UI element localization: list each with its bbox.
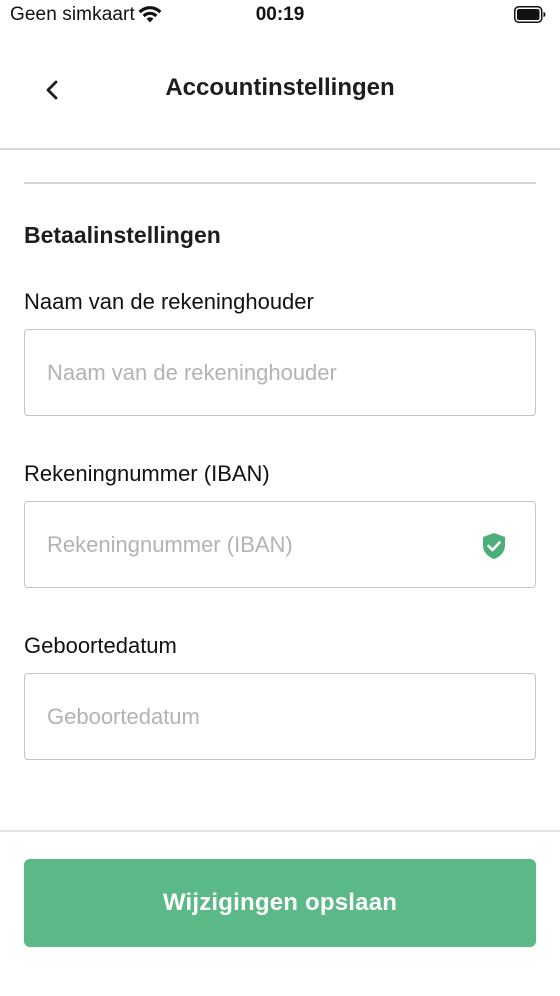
birthdate-input[interactable] <box>47 674 467 759</box>
status-time: 00:19 <box>255 4 305 25</box>
shield-check-icon <box>483 533 505 559</box>
save-button[interactable]: Wijzigingen opslaan <box>24 859 536 947</box>
battery-icon <box>514 6 546 23</box>
iban-label: Rekeningnummer (IBAN) <box>24 461 270 486</box>
save-button-label: Wijzigingen opslaan <box>162 889 398 916</box>
navigation-bar: Accountinstellingen <box>0 32 560 150</box>
account-holder-label: Naam van de rekeninghouder <box>24 289 314 314</box>
birthdate-field[interactable] <box>24 673 536 760</box>
section-title: Betaalinstellingen <box>24 222 221 248</box>
iban-field[interactable] <box>24 501 536 588</box>
account-holder-input[interactable] <box>47 330 467 415</box>
page-title: Accountinstellingen <box>165 74 395 101</box>
status-bar: Geen simkaart 00:19 <box>0 0 560 32</box>
footer-divider <box>0 830 560 832</box>
account-holder-field[interactable] <box>24 329 536 416</box>
iban-input[interactable] <box>47 502 467 587</box>
birthdate-label: Geboortedatum <box>24 633 177 658</box>
section-divider <box>24 182 536 184</box>
account-settings-screen: Geen simkaart 00:19 Accountinstellingen … <box>0 0 560 996</box>
